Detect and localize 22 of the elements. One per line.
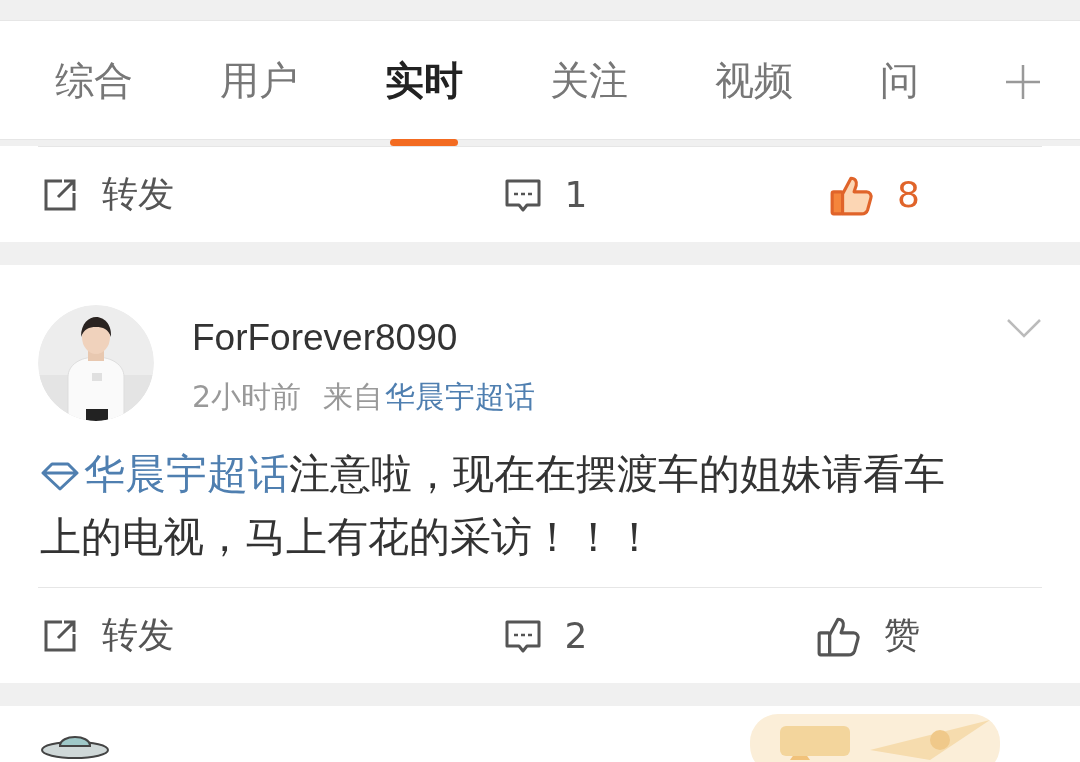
topic-link[interactable]: 华晨宇超话: [40, 450, 289, 498]
comment-button[interactable]: 2: [502, 615, 588, 656]
diamond-icon: [40, 461, 80, 491]
tab[interactable]: 实时: [385, 60, 463, 100]
tab[interactable]: 视频: [715, 60, 793, 100]
source-label: 来自: [323, 378, 384, 416]
post-time: 2小时前: [192, 378, 302, 416]
chevron-down-icon[interactable]: [1006, 317, 1042, 339]
tab[interactable]: 关注: [550, 60, 628, 100]
tab[interactable]: 问: [880, 60, 919, 100]
tab[interactable]: 用户: [220, 60, 298, 100]
source-link[interactable]: 华晨宇超话: [385, 377, 536, 418]
tab-indicator: [390, 138, 458, 146]
post-text: 华晨宇超话注意啦，现在在摆渡车的姐妹请看车上的电视，马上有花的采访！！！: [39, 449, 946, 563]
like-button[interactable]: 8: [829, 171, 920, 218]
repost-button[interactable]: 转发: [40, 170, 174, 219]
username[interactable]: ForForever8090: [192, 317, 536, 359]
repost-button[interactable]: 转发: [40, 611, 174, 660]
comment-button[interactable]: 1: [502, 174, 588, 215]
like-button[interactable]: 赞: [816, 611, 920, 660]
add-icon[interactable]: [1004, 63, 1042, 101]
tab[interactable]: 综合: [55, 60, 133, 100]
